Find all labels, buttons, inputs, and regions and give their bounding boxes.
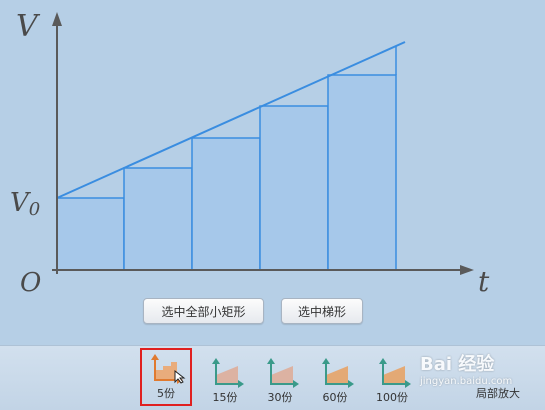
rect-5[interactable] [327,74,397,271]
x-axis-label: t [478,265,490,298]
step-graph-icon [322,358,354,388]
select-all-rects-button[interactable]: 选中全部小矩形 [143,298,264,324]
initial-velocity-label: V0 [10,188,41,220]
watermark-sub: jingyan.baidu.com [420,376,513,387]
step-graph-icon [379,358,411,388]
tool-100-parts[interactable]: 100份 [368,352,416,406]
y-axis-label: V [16,9,38,44]
origin-label: O [20,268,42,298]
tool-label: 100份 [376,391,408,404]
y-axis-arrow [52,12,62,26]
watermark-main: Bai 经验 [420,354,495,375]
tool-5-parts[interactable]: 5份 [140,348,192,406]
tool-15-parts[interactable]: 15份 [201,352,249,406]
tool-label: 15份 [212,391,238,404]
tool-label: 5份 [157,387,175,400]
tool-label: 30份 [267,391,293,404]
tool-label: 60份 [322,391,348,404]
local-zoom-button[interactable]: 局部放大 [476,385,520,401]
step-graph-icon [267,358,299,388]
rect-3[interactable] [191,137,261,271]
select-trapezoid-button[interactable]: 选中梯形 [281,298,363,324]
mouse-cursor-icon [174,370,186,384]
riemann-rectangles[interactable] [56,74,397,271]
rect-1[interactable] [56,197,125,271]
watermark: Bai 经验 jingyan.baidu.com [420,350,512,387]
rect-4[interactable] [259,105,329,271]
tool-60-parts[interactable]: 60份 [311,352,359,406]
tool-30-parts[interactable]: 30份 [256,352,304,406]
step-graph-icon [212,358,244,388]
x-axis-arrow [460,265,474,275]
rect-2[interactable] [123,167,193,271]
